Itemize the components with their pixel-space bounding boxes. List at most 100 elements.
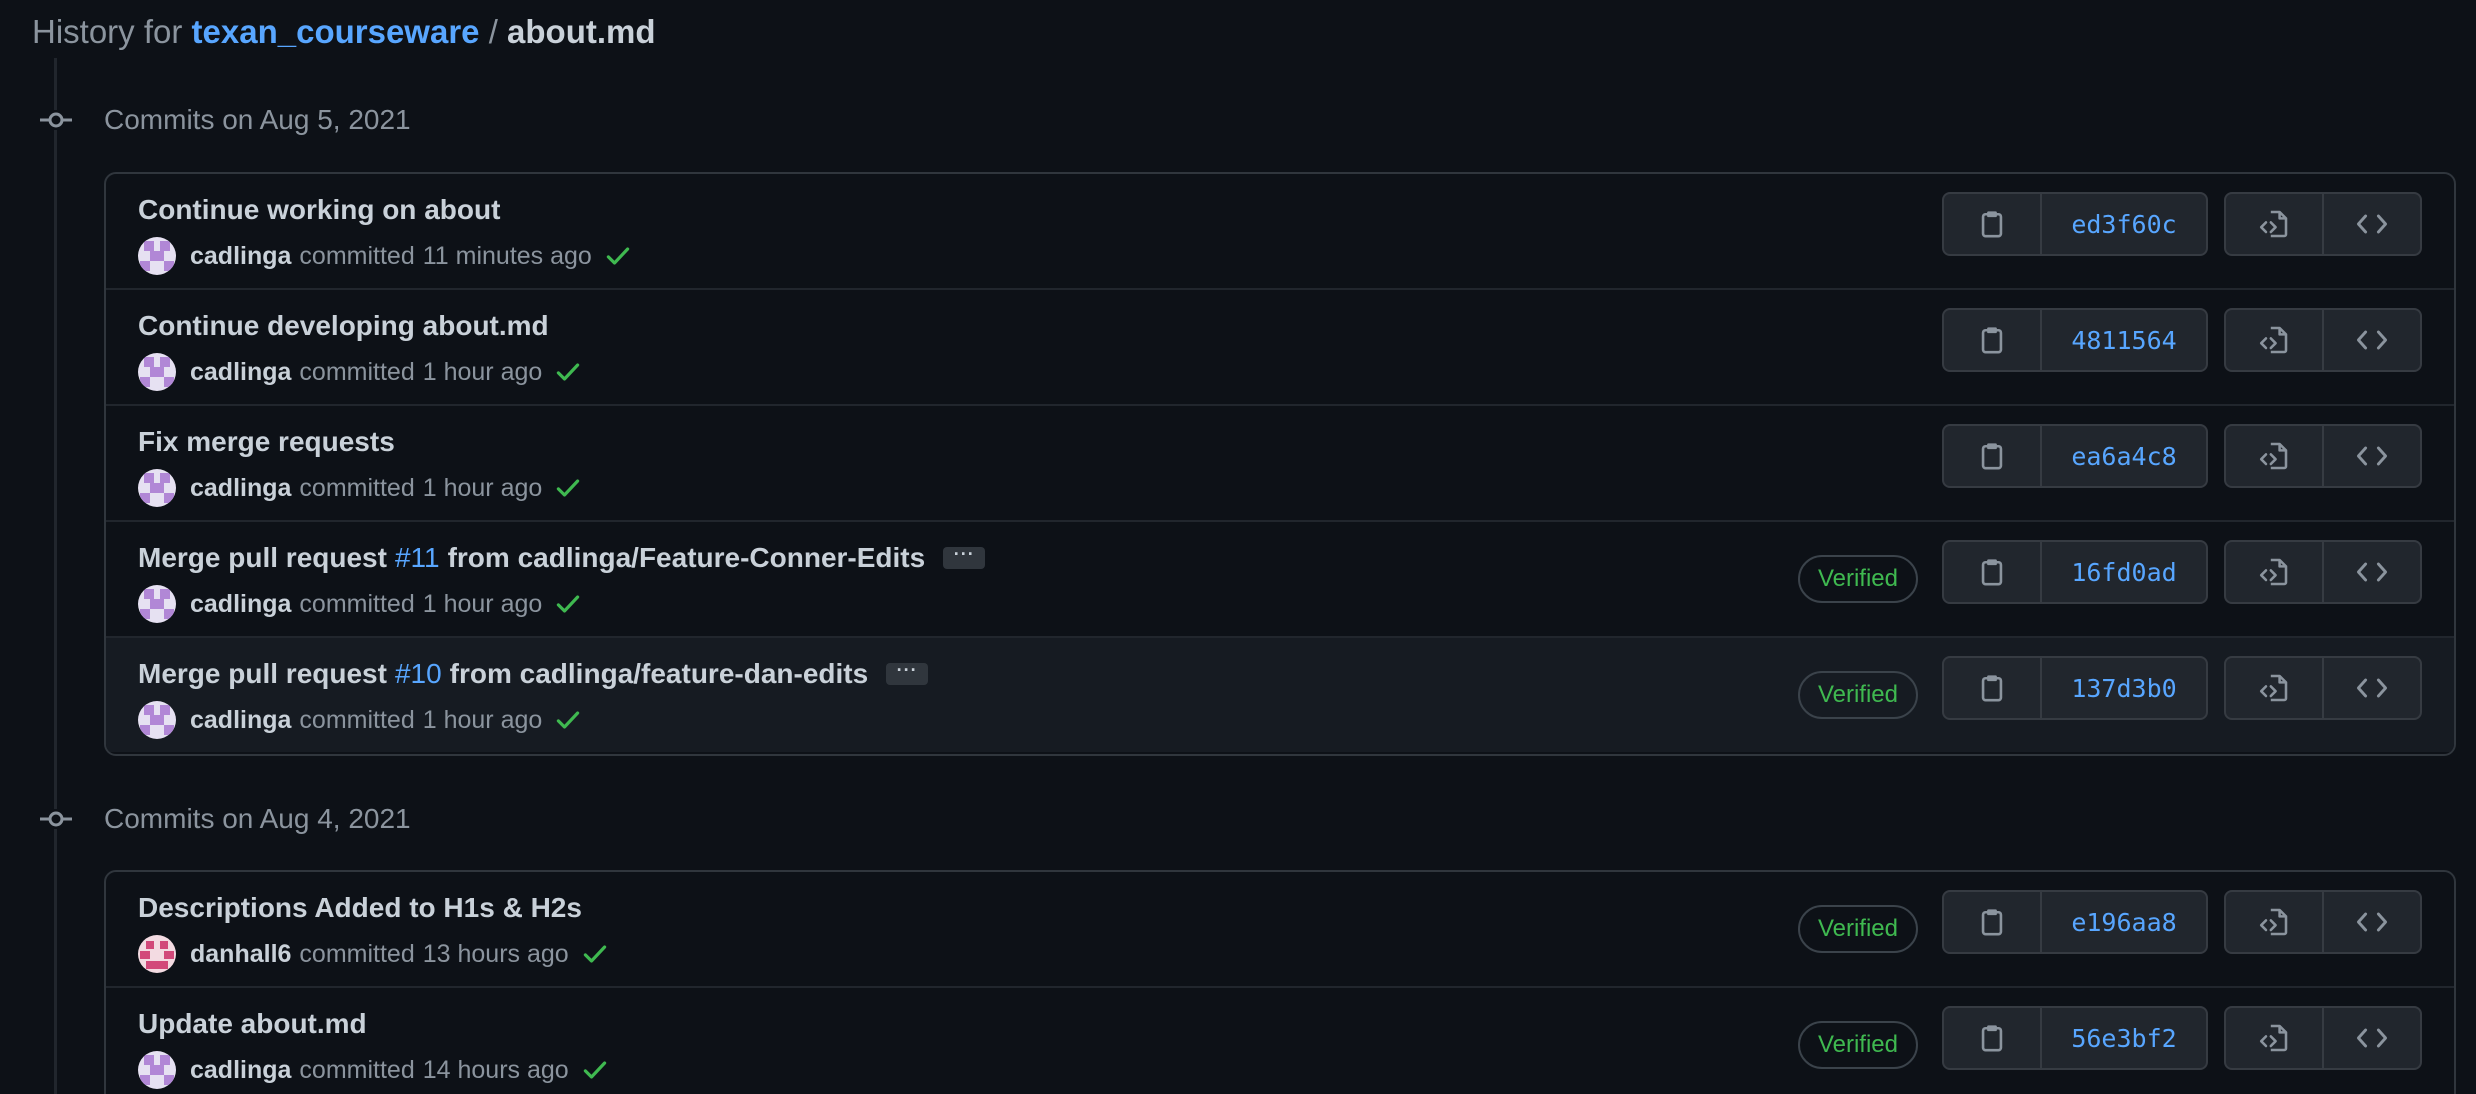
commit-message[interactable]: Merge pull request #10 from cadlinga/featu… (138, 656, 929, 692)
code-icon (2356, 678, 2388, 698)
commit-message-suffix[interactable]: from cadlinga/Feature-Conner-Edits (448, 540, 926, 576)
copy-sha-button[interactable] (1944, 658, 2040, 718)
avatar[interactable] (138, 935, 176, 973)
browse-repo-at-commit-button[interactable] (2322, 310, 2420, 370)
pull-request-link[interactable]: #11 (395, 540, 440, 576)
commit-action: committed (299, 1055, 415, 1084)
commit-author[interactable]: cadlinga (190, 706, 291, 735)
timeline-line (54, 58, 57, 1094)
view-file-at-commit-button[interactable] (2226, 310, 2322, 370)
commit-message[interactable]: Continue working on about (138, 192, 500, 228)
view-button-group (2224, 656, 2422, 720)
view-button-group (2224, 192, 2422, 256)
avatar[interactable] (138, 237, 176, 275)
commit-message-prefix[interactable]: Merge pull request (138, 656, 387, 692)
expand-message-button[interactable]: ··· (886, 661, 929, 685)
check-icon (583, 945, 606, 963)
commit-sha-link[interactable]: 4811564 (2040, 310, 2206, 370)
view-button-group (2224, 1006, 2422, 1070)
browse-repo-at-commit-button[interactable] (2322, 194, 2420, 254)
verified-badge[interactable]: Verified (1797, 905, 1918, 953)
commit-message[interactable]: Descriptions Added to H1s & H2s (138, 890, 582, 926)
commit-sha-link[interactable]: ed3f60c (2040, 194, 2206, 254)
copy-sha-button[interactable] (1944, 542, 2040, 602)
commit-row: Continue working on about cadlinga committ… (106, 174, 2454, 288)
pull-request-link[interactable]: #10 (395, 656, 442, 692)
commit-row: Merge pull request #11 from cadlinga/Featu… (106, 520, 2454, 636)
commit-meta: cadlinga committed 1 hour ago (138, 584, 582, 624)
commit-time: 14 hours ago (422, 1055, 569, 1084)
sha-button-group: ed3f60c (1942, 192, 2208, 256)
file-code-icon (2259, 1024, 2288, 1052)
clipboard-icon (1981, 211, 2003, 238)
copy-sha-button[interactable] (1944, 194, 2040, 254)
browse-repo-at-commit-button[interactable] (2322, 426, 2420, 486)
view-file-at-commit-button[interactable] (2226, 1008, 2322, 1068)
browse-repo-at-commit-button[interactable] (2322, 892, 2420, 952)
commit-group-date: Commits on Aug 4, 2021 (104, 803, 411, 834)
file-name: about.md (507, 13, 656, 50)
view-file-at-commit-button[interactable] (2226, 892, 2322, 952)
check-icon (557, 363, 580, 381)
view-file-at-commit-button[interactable] (2226, 194, 2322, 254)
browse-repo-at-commit-button[interactable] (2322, 542, 2420, 602)
verified-badge[interactable]: Verified (1797, 1021, 1918, 1069)
title-prefix: History for (32, 13, 183, 50)
copy-sha-button[interactable] (1944, 426, 2040, 486)
avatar[interactable] (138, 585, 176, 623)
view-button-group (2224, 540, 2422, 604)
commit-sha-link[interactable]: 137d3b0 (2040, 658, 2206, 718)
code-icon (2356, 446, 2388, 466)
clipboard-icon (1981, 675, 2003, 702)
check-icon (557, 595, 580, 613)
commit-message[interactable]: Fix merge requests (138, 424, 395, 460)
repo-link[interactable]: texan_courseware (192, 13, 480, 50)
commit-message[interactable]: Merge pull request #11 from cadlinga/Featu… (138, 540, 986, 576)
copy-sha-button[interactable] (1944, 1008, 2040, 1068)
clipboard-icon (1981, 559, 2003, 586)
commit-meta: cadlinga committed 14 hours ago (138, 1050, 609, 1090)
commit-author[interactable]: cadlinga (190, 358, 291, 387)
clipboard-icon (1981, 443, 2003, 470)
commit-sha-link[interactable]: 56e3bf2 (2040, 1008, 2206, 1068)
commit-author[interactable]: cadlinga (190, 1056, 291, 1085)
file-code-icon (2259, 326, 2288, 354)
avatar[interactable] (138, 1051, 176, 1089)
commit-author[interactable]: danhall6 (190, 940, 291, 969)
code-icon (2356, 912, 2388, 932)
sha-button-group: ea6a4c8 (1942, 424, 2208, 488)
verified-badge[interactable]: Verified (1797, 671, 1918, 719)
commit-message[interactable]: Continue developing about.md (138, 308, 549, 344)
check-icon (557, 479, 580, 497)
avatar[interactable] (138, 353, 176, 391)
expand-message-button[interactable]: ··· (943, 545, 986, 569)
commit-author[interactable]: cadlinga (190, 474, 291, 503)
path-separator: / (488, 13, 498, 50)
commit-message[interactable]: Update about.md (138, 1006, 367, 1042)
commit-meta: cadlinga committed 11 minutes ago (138, 236, 632, 276)
view-file-at-commit-button[interactable] (2226, 426, 2322, 486)
avatar[interactable] (138, 701, 176, 739)
view-file-at-commit-button[interactable] (2226, 658, 2322, 718)
view-file-at-commit-button[interactable] (2226, 542, 2322, 602)
commit-action: committed (299, 241, 415, 270)
commit-author[interactable]: cadlinga (190, 590, 291, 619)
commit-message-suffix[interactable]: from cadlinga/feature-dan-edits (450, 656, 869, 692)
copy-sha-button[interactable] (1944, 892, 2040, 952)
code-icon (2356, 214, 2388, 234)
code-icon (2356, 330, 2388, 350)
commit-sha-link[interactable]: 16fd0ad (2040, 542, 2206, 602)
copy-sha-button[interactable] (1944, 310, 2040, 370)
commit-action: committed (299, 589, 415, 618)
browse-repo-at-commit-button[interactable] (2322, 1008, 2420, 1068)
commit-message-prefix[interactable]: Merge pull request (138, 540, 387, 576)
browse-repo-at-commit-button[interactable] (2322, 658, 2420, 718)
verified-badge[interactable]: Verified (1797, 555, 1918, 603)
commit-author[interactable]: cadlinga (190, 242, 291, 271)
commit-sha-link[interactable]: e196aa8 (2040, 892, 2206, 952)
commit-action: committed (299, 705, 415, 734)
commit-meta: cadlinga committed 1 hour ago (138, 352, 582, 392)
commit-action: committed (299, 357, 415, 386)
avatar[interactable] (138, 469, 176, 507)
commit-sha-link[interactable]: ea6a4c8 (2040, 426, 2206, 486)
